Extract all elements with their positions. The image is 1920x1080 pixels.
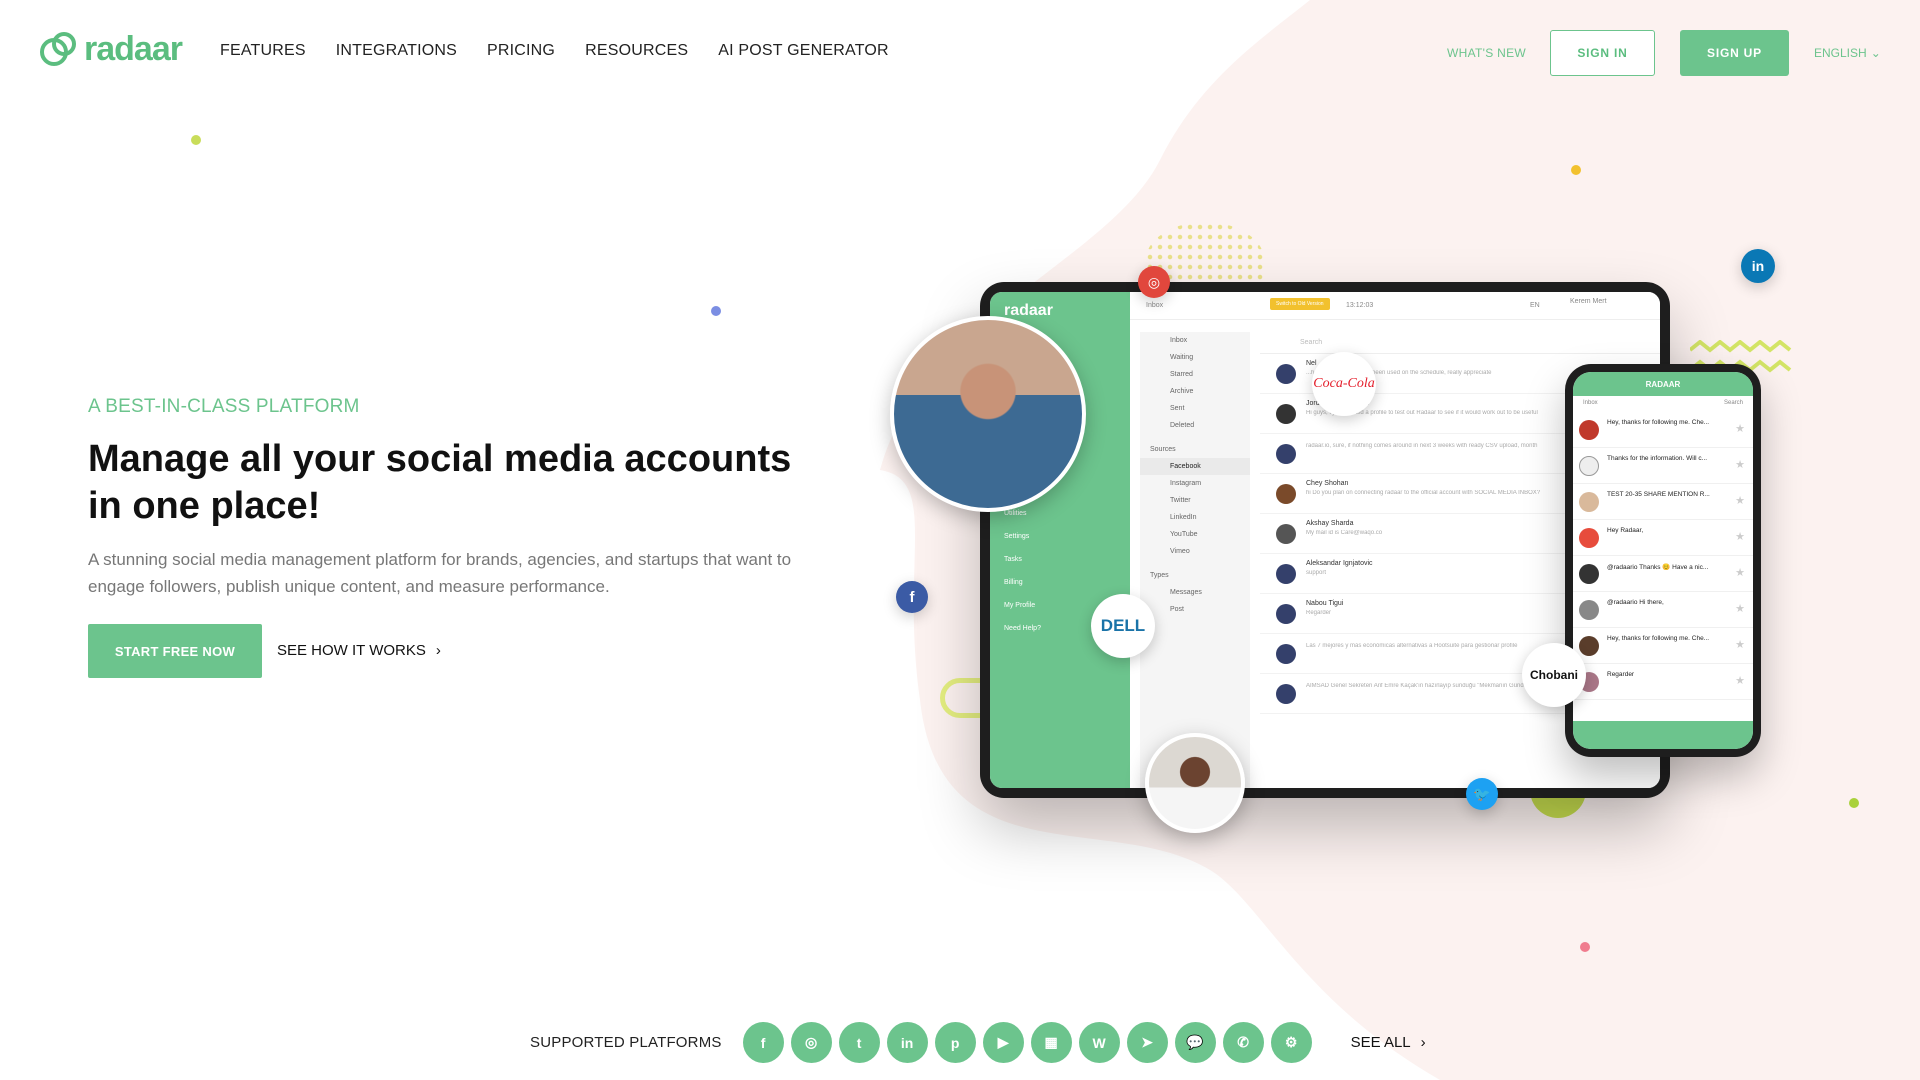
folder-item: Archive (1170, 388, 1194, 395)
wordpress-icon[interactable]: W (1078, 1022, 1120, 1063)
app-logo: radaar (1004, 302, 1053, 319)
decor-dot (1571, 165, 1581, 175)
type-item: Messages (1170, 589, 1202, 596)
folder-item: Starred (1170, 371, 1193, 378)
sidebar-item: Need Help? (1004, 625, 1041, 632)
phone-row: Hey Radaar, ★ (1573, 520, 1753, 556)
sidebar-item: Billing (1004, 579, 1023, 586)
nav-pricing[interactable]: PRICING (487, 42, 555, 60)
see-how-it-works-link[interactable]: SEE HOW IT WORKS › (277, 642, 441, 659)
folder-item: Inbox (1170, 337, 1188, 344)
phone-row: Hey, thanks for following me. Che... ★ (1573, 412, 1753, 448)
app-topbar: Inbox Switch to Old Version 13:12:03 EN … (1130, 292, 1660, 320)
nav-integrations[interactable]: INTEGRATIONS (336, 42, 457, 60)
sign-in-button[interactable]: SIGN IN (1550, 30, 1655, 76)
coca-cola-badge: Coca-Cola (1312, 352, 1376, 416)
lang-label: EN (1530, 302, 1540, 309)
linkedin-icon[interactable]: in (886, 1022, 928, 1063)
folder-item: Sent (1170, 405, 1185, 412)
see-how-label: SEE HOW IT WORKS (277, 642, 426, 659)
source-item: YouTube (1170, 531, 1198, 538)
phone-row: @radaario Hi there, ★ (1573, 592, 1753, 628)
sidebar-item: Tasks (1004, 556, 1022, 563)
telegram-icon[interactable]: ➤ (1126, 1022, 1168, 1063)
start-free-button[interactable]: START FREE NOW (88, 624, 262, 678)
source-item: Twitter (1170, 497, 1191, 504)
google-my-business-icon[interactable]: ▦ (1030, 1022, 1072, 1063)
dell-badge: DELL (1091, 594, 1155, 658)
youtube-icon[interactable]: ▶ (982, 1022, 1024, 1063)
decor-dot (191, 135, 201, 145)
linkedin-badge: in (1741, 249, 1775, 283)
whats-new-link[interactable]: WHAT'S NEW (1447, 46, 1526, 60)
switch-version-button: Switch to Old Version (1270, 298, 1330, 310)
source-item: Instagram (1170, 480, 1202, 487)
top-nav: radaar FEATURES INTEGRATIONS PRICING RES… (0, 0, 1920, 104)
decor-dot (1849, 798, 1859, 808)
source-item: Facebook (1140, 458, 1250, 475)
phone-screen: RADAAR Inbox Search Hey, thanks for follo… (1573, 372, 1753, 749)
decor-dot (1580, 942, 1590, 952)
nav-resources[interactable]: RESOURCES (585, 42, 688, 60)
folder-item: Waiting (1170, 354, 1194, 361)
facebook-badge: f (896, 581, 928, 613)
pinterest-icon[interactable]: p (934, 1022, 976, 1063)
source-item: Vimeo (1170, 548, 1190, 555)
hero-subtitle: A stunning social media management platf… (88, 550, 792, 596)
user-name: Kerem Mert (1570, 298, 1607, 305)
logo-icon (40, 32, 76, 66)
folder-item: Deleted (1170, 422, 1195, 429)
chevron-down-icon: ⌄ (1870, 46, 1881, 60)
instagram-icon[interactable]: ◎ (790, 1022, 832, 1063)
customer-photo-man (890, 316, 1086, 512)
phone-row: @radaario Thanks 😊 Have a nic... ★ (1573, 556, 1753, 592)
sidebar-items: Utilities Settings Tasks Billing My Prof… (1004, 502, 1041, 640)
whatsapp-icon[interactable]: ✆ (1222, 1022, 1264, 1063)
type-item: Post (1170, 606, 1185, 613)
facebook-icon[interactable]: f (742, 1022, 784, 1063)
supported-platforms-label: SUPPORTED PLATFORMS (530, 1034, 722, 1051)
nav-links: FEATURES INTEGRATIONS PRICING RESOURCES … (220, 42, 889, 60)
phone-row: Thanks for the information. Will c... ★ (1573, 448, 1753, 484)
hero-title: Manage all your social media accounts in… (88, 438, 792, 527)
folder-list: Inbox Waiting Starred Archive Sent Delet… (1140, 332, 1250, 788)
language-selector[interactable]: ENGLISH ⌄ (1814, 46, 1881, 60)
decor-dot (711, 306, 721, 316)
customer-photo-woman (1145, 733, 1245, 833)
inbox-label: Inbox (1146, 302, 1164, 309)
sign-up-button[interactable]: SIGN UP (1680, 30, 1789, 76)
source-item: LinkedIn (1170, 514, 1197, 521)
twitter-icon[interactable]: t (838, 1022, 880, 1063)
twitter-badge: 🐦 (1466, 778, 1498, 810)
nav-ai-post-generator[interactable]: AI POST GENERATOR (718, 42, 889, 60)
see-all-link[interactable]: SEE ALL › (1351, 1034, 1426, 1051)
instagram-badge: ◎ (1138, 266, 1170, 298)
phone-row: Regarder ★ (1573, 664, 1753, 700)
settings-icon[interactable]: ⚙ (1270, 1022, 1312, 1063)
types-heading: Types (1150, 572, 1169, 579)
phone-mockup: RADAAR Inbox Search Hey, thanks for follo… (1565, 364, 1761, 757)
phone-header: RADAAR (1573, 372, 1753, 396)
phone-row: Hey, thanks for following me. Che... ★ (1573, 628, 1753, 664)
chevron-right-icon: › (1420, 1034, 1426, 1051)
hero-tagline: A BEST-IN-CLASS PLATFORM (88, 396, 360, 417)
phone-tabbar (1573, 721, 1753, 749)
phone-row: TEST 20-35 SHARE MENTION R... ★ (1573, 484, 1753, 520)
logo[interactable]: radaar (38, 28, 183, 70)
phone-toolbar: Inbox Search (1583, 400, 1743, 406)
see-all-label: SEE ALL (1350, 1034, 1411, 1051)
clock: 13:12:03 (1346, 302, 1374, 309)
language-label: ENGLISH (1814, 46, 1867, 60)
message-search: Search (1260, 332, 1660, 354)
sidebar-item: My Profile (1004, 602, 1036, 609)
supported-platforms: SUPPORTED PLATFORMS f ◎ t in p ▶ ▦ W ➤ 💬… (530, 1022, 1426, 1063)
logo-text: radaar (84, 29, 183, 68)
messenger-icon[interactable]: 💬 (1174, 1022, 1216, 1063)
chobani-badge: Chobani (1522, 643, 1586, 707)
chevron-right-icon: › (435, 642, 441, 659)
sidebar-item: Settings (1004, 533, 1030, 540)
sources-heading: Sources (1150, 446, 1176, 453)
nav-features[interactable]: FEATURES (220, 42, 306, 60)
